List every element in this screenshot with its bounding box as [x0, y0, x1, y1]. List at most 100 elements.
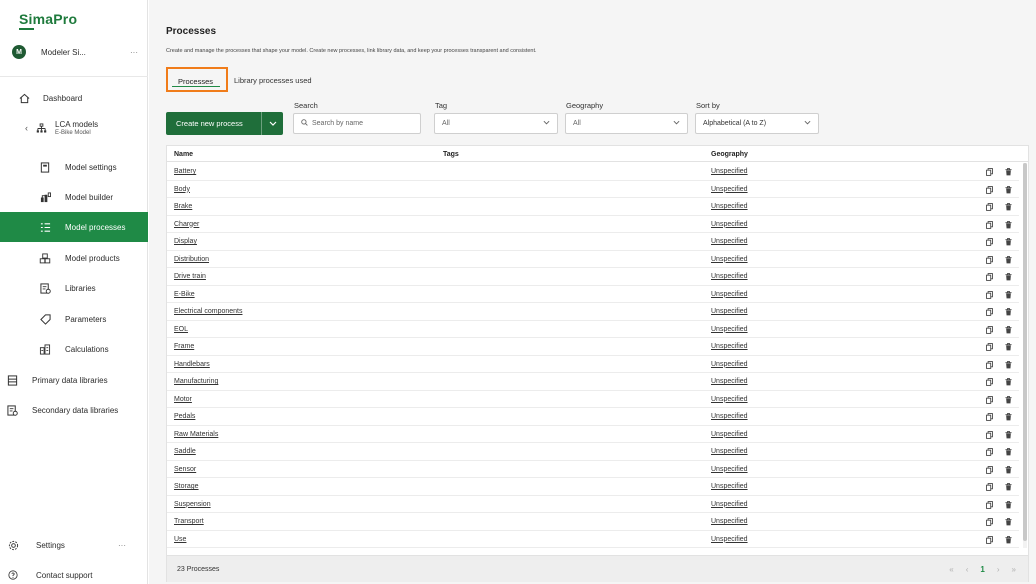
sidebar-item-contact-support[interactable]: Contact support [0, 568, 148, 582]
table-row[interactable]: Handlebars Unspecified [167, 356, 1019, 373]
table-row[interactable]: Transport Unspecified [167, 513, 1019, 531]
delete-icon[interactable] [1005, 203, 1012, 213]
delete-icon[interactable] [1005, 168, 1012, 178]
process-name-link[interactable]: Storage [174, 483, 199, 490]
process-name-link[interactable]: Raw Materials [174, 431, 218, 438]
table-row[interactable]: Motor Unspecified [167, 391, 1019, 408]
copy-icon[interactable] [986, 343, 993, 353]
process-name-link[interactable]: E-Bike [174, 291, 195, 298]
process-name-link[interactable]: Saddle [174, 448, 196, 455]
copy-icon[interactable] [986, 448, 993, 458]
copy-icon[interactable] [986, 500, 993, 511]
sidebar-item-primary-data-libraries[interactable]: Primary data libraries [0, 372, 148, 388]
table-row[interactable]: Frame Unspecified [167, 338, 1019, 356]
delete-icon[interactable] [1005, 500, 1012, 511]
copy-icon[interactable] [986, 273, 993, 283]
copy-icon[interactable] [986, 325, 993, 336]
process-name-link[interactable]: Drive train [174, 273, 206, 280]
process-name-link[interactable]: Sensor [174, 466, 196, 473]
current-page[interactable]: 1 [980, 565, 984, 574]
table-row[interactable]: Battery Unspecified [167, 163, 1019, 181]
copy-icon[interactable] [986, 220, 993, 231]
geography-link[interactable]: Unspecified [711, 308, 748, 315]
search-input[interactable]: Search by name [293, 113, 421, 134]
delete-icon[interactable] [1005, 535, 1012, 546]
table-row[interactable]: Storage Unspecified [167, 478, 1019, 496]
table-row[interactable]: Brake Unspecified [167, 198, 1019, 216]
sort-select[interactable]: Alphabetical (A to Z) [695, 113, 819, 134]
table-row[interactable]: Suspension Unspecified [167, 496, 1019, 513]
column-header-geography[interactable]: Geography [711, 151, 748, 158]
user-more-icon[interactable]: ··· [130, 48, 140, 57]
process-name-link[interactable]: Distribution [174, 256, 209, 263]
sidebar-item-settings[interactable]: Settings ··· [0, 537, 148, 553]
sidebar-item-model-settings[interactable]: Model settings [0, 159, 148, 175]
process-name-link[interactable]: Motor [174, 396, 192, 403]
table-row[interactable]: Distribution Unspecified [167, 251, 1019, 268]
process-name-link[interactable]: EOL [174, 326, 188, 333]
create-new-process-button[interactable]: Create new process [166, 112, 283, 135]
table-row[interactable]: EOL Unspecified [167, 321, 1019, 338]
geography-link[interactable]: Unspecified [711, 186, 748, 193]
sidebar-item-parameters[interactable]: Parameters [0, 311, 148, 327]
tab-library-processes-used[interactable]: Library processes used [230, 71, 316, 93]
sidebar-item-lca-models[interactable]: ‹ LCA models E-Bike Model [0, 113, 148, 143]
geography-link[interactable]: Unspecified [711, 518, 748, 525]
sidebar-item-dashboard[interactable]: Dashboard [0, 90, 148, 106]
copy-icon[interactable] [986, 413, 993, 423]
chevron-down-icon[interactable] [262, 121, 283, 126]
delete-icon[interactable] [1005, 430, 1012, 441]
delete-icon[interactable] [1005, 518, 1012, 528]
geography-link[interactable]: Unspecified [711, 203, 748, 210]
geography-select[interactable]: All [565, 113, 688, 134]
copy-icon[interactable] [986, 290, 993, 301]
table-row[interactable]: Charger Unspecified [167, 216, 1019, 233]
sidebar-item-model-products[interactable]: Model products [0, 250, 148, 266]
copy-icon[interactable] [986, 238, 993, 248]
table-row[interactable]: Sensor Unspecified [167, 461, 1019, 478]
table-row[interactable]: Pedals Unspecified [167, 408, 1019, 426]
delete-icon[interactable] [1005, 395, 1012, 406]
sidebar-item-calculations[interactable]: Calculations [0, 341, 148, 357]
process-name-link[interactable]: Pedals [174, 413, 195, 420]
user-menu[interactable]: M Modeler Si... ··· [12, 44, 140, 60]
copy-icon[interactable] [986, 518, 993, 528]
process-name-link[interactable]: Electrical components [174, 308, 242, 315]
geography-link[interactable]: Unspecified [711, 431, 748, 438]
table-row[interactable]: Display Unspecified [167, 233, 1019, 251]
copy-icon[interactable] [986, 255, 993, 266]
geography-link[interactable]: Unspecified [711, 448, 748, 455]
copy-icon[interactable] [986, 535, 993, 546]
copy-icon[interactable] [986, 483, 993, 493]
table-row[interactable]: Drive train Unspecified [167, 268, 1019, 286]
copy-icon[interactable] [986, 378, 993, 388]
geography-link[interactable]: Unspecified [711, 501, 748, 508]
copy-icon[interactable] [986, 185, 993, 196]
tag-select[interactable]: All [434, 113, 558, 134]
process-name-link[interactable]: Body [174, 186, 190, 193]
delete-icon[interactable] [1005, 273, 1012, 283]
delete-icon[interactable] [1005, 360, 1012, 371]
delete-icon[interactable] [1005, 185, 1012, 196]
geography-link[interactable]: Unspecified [711, 326, 748, 333]
table-row[interactable]: Electrical components Unspecified [167, 303, 1019, 321]
column-header-tags[interactable]: Tags [443, 151, 459, 158]
copy-icon[interactable] [986, 465, 993, 476]
process-name-link[interactable]: Suspension [174, 501, 211, 508]
process-name-link[interactable]: Use [174, 536, 186, 543]
geography-link[interactable]: Unspecified [711, 221, 748, 228]
delete-icon[interactable] [1005, 220, 1012, 231]
copy-icon[interactable] [986, 308, 993, 318]
geography-link[interactable]: Unspecified [711, 343, 748, 350]
table-row[interactable]: Use Unspecified [167, 531, 1019, 548]
delete-icon[interactable] [1005, 290, 1012, 301]
process-name-link[interactable]: Manufacturing [174, 378, 218, 385]
delete-icon[interactable] [1005, 325, 1012, 336]
column-header-name[interactable]: Name [174, 151, 193, 158]
geography-link[interactable]: Unspecified [711, 238, 748, 245]
settings-more-icon[interactable]: ··· [118, 541, 126, 550]
copy-icon[interactable] [986, 203, 993, 213]
delete-icon[interactable] [1005, 238, 1012, 248]
table-row[interactable]: Body Unspecified [167, 181, 1019, 198]
geography-link[interactable]: Unspecified [711, 361, 748, 368]
